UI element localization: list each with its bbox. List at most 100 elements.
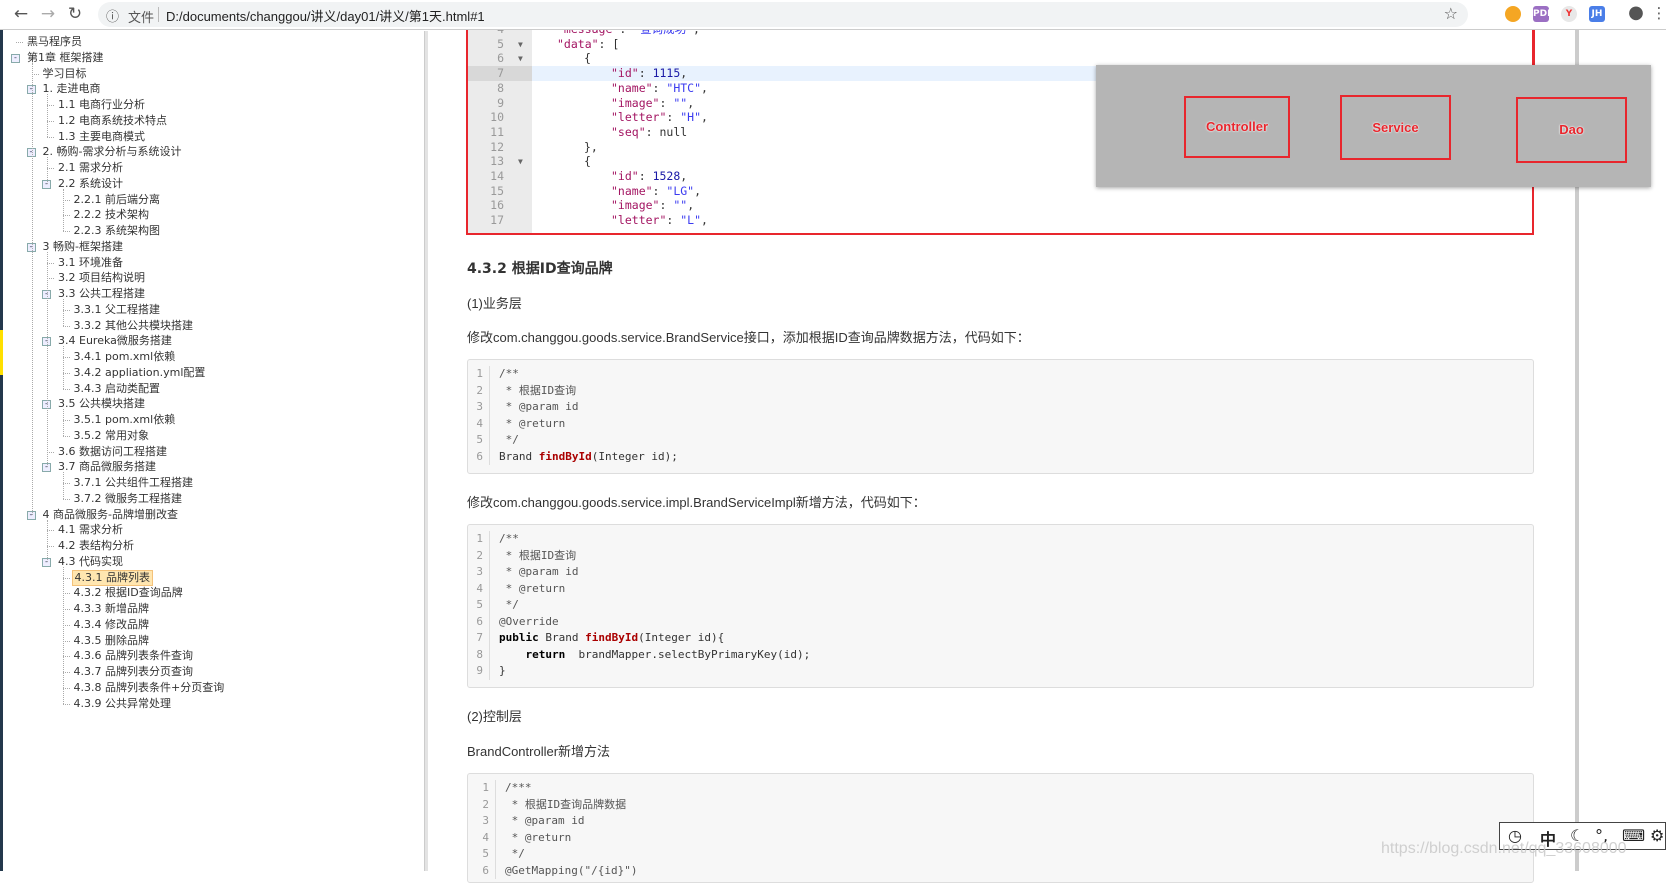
line-number: 5	[468, 846, 496, 863]
toc-item[interactable]: 3.3.2 其他公共模块搭建	[3, 318, 423, 334]
toc-item-label: 黑马程序员	[27, 35, 82, 48]
toc-item[interactable]: 4.3.4 修改品牌	[3, 617, 423, 633]
toc-item[interactable]: 4.3.5 删除品牌	[3, 633, 423, 649]
toc-item[interactable]: 4.1 需求分析	[3, 522, 423, 538]
code-block-controller: 1/*** 2 * 根据ID查询品牌数据 3 * @param id 4 * @ret…	[467, 773, 1534, 883]
toc-item[interactable]: 1.1 电商行业分析	[3, 97, 423, 113]
sidebar-splitter[interactable]	[424, 31, 428, 871]
tree-connector	[47, 120, 54, 122]
toc-item[interactable]: 4.3.9 公共异常处理	[3, 696, 423, 712]
json-line: 17 "letter": "L",	[468, 213, 1532, 228]
toc-item-label: 3.3.2 其他公共模块搭建	[73, 318, 194, 332]
line-number: 9	[468, 663, 490, 680]
toc-item-label: 4.3 代码实现	[58, 554, 123, 568]
jh-extension-icon[interactable]: JH	[1589, 6, 1605, 22]
toc-item[interactable]: 4.3.8 品牌列表条件+分页查询	[3, 680, 423, 696]
toc-item-label: 4 商品微服务-品牌增删改查	[42, 507, 178, 521]
info-icon[interactable]: ⓘ	[106, 6, 119, 25]
tree-connector	[62, 409, 64, 436]
arrow-right-icon[interactable]: →	[37, 4, 59, 24]
toc-item[interactable]: 3.7.2 微服务工程搭建	[3, 491, 423, 507]
toc-item[interactable]: 3.7.1 公共组件工程搭建	[3, 475, 423, 491]
toc-item[interactable]: 3.5.1 pom.xml依赖	[3, 412, 423, 428]
toc-item[interactable]: 3.2 项目结构说明	[3, 270, 423, 286]
toc-item-label: 2.2.3 系统架构图	[73, 224, 161, 237]
bookmark-star-icon[interactable]: ☆	[1444, 4, 1458, 23]
tree-connector	[62, 231, 70, 232]
line-number: 7	[468, 66, 532, 82]
toc-item[interactable]: -2. 畅购-需求分析与系统设计	[3, 144, 423, 160]
toc-item[interactable]: 3.3.1 父工程搭建	[3, 302, 423, 318]
toc-item[interactable]: 2.2.3 系统架构图	[3, 223, 423, 239]
toc-item-label: 4.3.5 删除品牌	[73, 633, 150, 647]
toc-item[interactable]: 3.1 环境准备	[3, 255, 423, 271]
collapse-toggle-icon[interactable]: -	[11, 53, 20, 63]
toc-item[interactable]: 1.3 主要电商模式	[3, 129, 423, 145]
line-number: 15	[490, 183, 504, 198]
toc-item[interactable]: 4.3.6 品牌列表条件查询	[3, 648, 423, 664]
toc-item[interactable]: 3.4.1 pom.xml依赖	[3, 349, 423, 365]
toc-item[interactable]: -4.3 代码实现	[3, 554, 423, 570]
toc-item[interactable]: 3.5.2 常用对象	[3, 428, 423, 444]
tree-connector	[47, 136, 54, 138]
fold-arrow-icon[interactable]: ▼	[518, 37, 523, 52]
toc-item[interactable]: 学习目标	[3, 66, 423, 82]
toc-item[interactable]: 3.4.3 启动类配置	[3, 381, 423, 397]
tree-connector	[62, 640, 70, 642]
code-block-service: 1/** 2 * 根据ID查询 3 * @param id 4 * @return 5 …	[467, 359, 1534, 474]
line-number: 5	[468, 597, 490, 614]
toc-item[interactable]: -3 畅购-框架搭建	[3, 239, 423, 255]
toc-item[interactable]: 4.3.2 根据ID查询品牌	[3, 585, 423, 601]
impl-description: 修改com.changgou.goods.service.impl.BrandS…	[467, 495, 926, 510]
code-line: 6 @Override	[468, 613, 1533, 630]
toc-item[interactable]: -3.3 公共工程搭建	[3, 286, 423, 302]
service-box: Service	[1340, 95, 1451, 160]
settings-gear-icon[interactable]: ⚙	[1650, 826, 1664, 845]
line-number: 17	[490, 213, 504, 228]
toc-item[interactable]: 1.2 电商系统技术特点	[3, 113, 423, 129]
fold-arrow-icon[interactable]: ▼	[518, 51, 523, 66]
toc-item[interactable]: 2.1 需求分析	[3, 160, 423, 176]
extension-1-icon[interactable]	[1505, 6, 1521, 22]
json-line-code: "id": 1115,	[611, 66, 688, 81]
toc-item[interactable]: 4.3.3 新增品牌	[3, 601, 423, 617]
url-text[interactable]: D:/documents/changgou/讲义/day01/讲义/第1天.ht…	[166, 6, 485, 25]
toc-item[interactable]: -3.7 商品微服务搭建	[3, 459, 423, 475]
profile-avatar-icon[interactable]: ●	[1625, 2, 1647, 23]
reload-icon[interactable]: ↻	[64, 4, 86, 24]
toc-item-label: 1.3 主要电商模式	[58, 129, 145, 143]
pdf-extension-icon[interactable]: PDF	[1533, 6, 1553, 22]
toc-item[interactable]: 3.4.2 appliation.yml配置	[3, 365, 423, 381]
line-number: 5	[468, 432, 490, 449]
fold-arrow-icon[interactable]: ▼	[518, 154, 523, 169]
toc-item[interactable]: -1. 走进电商	[3, 81, 423, 97]
arrow-left-icon[interactable]: ←	[10, 4, 32, 24]
toc-item-label: 4.3.8 品牌列表条件+分页查询	[73, 680, 225, 694]
toc-item[interactable]: -3.4 Eureka微服务搭建	[3, 333, 423, 349]
yapi-extension-icon[interactable]: Y	[1561, 6, 1577, 22]
toc-item[interactable]: -4 商品微服务-品牌增删改查	[3, 507, 423, 523]
toc-item[interactable]: - 第1章 框架搭建	[3, 50, 423, 66]
toc-item-label: 1.2 电商系统技术特点	[58, 113, 167, 127]
json-line-code: "letter": "H",	[611, 110, 708, 125]
code-text: */	[499, 598, 519, 611]
toc-item[interactable]: 2.2.2 技术架构	[3, 207, 423, 223]
toc-item[interactable]: 4.2 表结构分析	[3, 538, 423, 554]
toc-item[interactable]: 黑马程序员	[3, 34, 423, 50]
code-text: * @return	[499, 416, 566, 430]
tree-connector	[47, 157, 48, 184]
toc-item-label: 2.2 系统设计	[58, 176, 123, 190]
toc-item[interactable]: 2.2.1 前后端分离	[3, 192, 423, 208]
menu-kebab-icon[interactable]: ⋮	[1648, 4, 1666, 22]
code-line: 2 * 根据ID查询品牌数据	[468, 796, 1533, 813]
line-number: 6	[468, 448, 490, 465]
toc-item[interactable]: 4.3.1 品牌列表	[3, 569, 423, 586]
toc-item[interactable]: 4.3.7 品牌列表分页查询	[3, 664, 423, 680]
line-number: 8	[468, 646, 490, 663]
toc-item[interactable]: -3.5 公共模块搭建	[3, 396, 423, 412]
toc-item[interactable]: 3.6 数据访问工程搭建	[3, 444, 423, 460]
json-line-code: {	[584, 154, 591, 169]
code-text: * @return	[505, 830, 572, 844]
toc-item[interactable]: -2.2 系统设计	[3, 176, 423, 192]
address-bar[interactable]: ⓘ 文件 D:/documents/changgou/讲义/day01/讲义/第…	[98, 2, 1468, 27]
